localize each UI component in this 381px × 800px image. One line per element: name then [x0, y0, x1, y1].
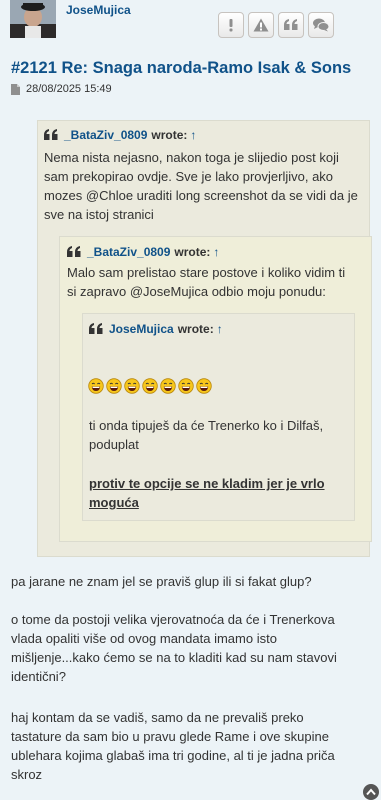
avatar[interactable]: [10, 0, 56, 38]
laughing-smiley-icon: [124, 378, 140, 394]
jump-to-post-icon[interactable]: ↑: [213, 245, 219, 259]
laughing-smiley-icon: [196, 378, 212, 394]
quote-outer-cite: _BataZiv_0809 wrote: ↑: [44, 128, 196, 142]
chevron-up-icon: [366, 788, 376, 796]
post-datetime: 28/08/2025 15:49: [26, 83, 112, 95]
laughing-smiley-icon: [178, 378, 194, 394]
smiley-row: [88, 378, 214, 394]
quote-middle-cite: _BataZiv_0809 wrote: ↑: [67, 245, 219, 259]
post-line: haj kontam da se vadiš, samo da ne preva…: [11, 710, 304, 725]
quote-icon: [67, 246, 81, 257]
post-paragraph-3: haj kontam da se vadiš, samo da ne preva…: [11, 708, 371, 784]
quote-outer-line: mozes @Chloe uraditi long screenshot da …: [44, 188, 358, 203]
quote-outer-line: sve na istoj stranici: [44, 207, 154, 222]
report-button[interactable]: [218, 12, 244, 38]
post-paragraph-2: o tome da postoji velika vjerovatnoća da…: [11, 610, 371, 686]
quote-inner-strong-line: protiv te opcije se ne kladim jer je vrl…: [89, 476, 325, 491]
speech-bubbles-icon: [313, 18, 329, 32]
quote-inner-text: ti onda tipuješ da će Trenerko ko i Dilf…: [89, 416, 351, 454]
quote-inner-strong: protiv te opcije se ne kladim jer je vrl…: [89, 474, 351, 512]
laughing-smiley-icon: [142, 378, 158, 394]
post-line: pa jarane ne znam jel se praviš glup ili…: [11, 574, 312, 589]
quote-icon: [89, 323, 103, 334]
quote-outer-author[interactable]: _BataZiv_0809: [64, 128, 147, 142]
quote-inner-strong-line: moguća: [89, 495, 139, 510]
post-line: o tome da postoji velika vjerovatnoća da…: [11, 612, 335, 627]
post-line: identični?: [11, 669, 66, 684]
quote-middle-line: si zapravo @JoseMujica odbio moju ponudu…: [67, 284, 326, 299]
quote-outer-line: sam prekopirao ovdje. Sve je lako provje…: [44, 169, 334, 184]
post-meta: 28/08/2025 15:49: [11, 83, 112, 95]
jump-to-post-icon[interactable]: ↑: [190, 128, 196, 142]
scroll-to-top-button[interactable]: [363, 784, 379, 800]
quote-inner-line: poduplat: [89, 437, 139, 452]
warning-triangle-icon: [253, 18, 269, 32]
reply-button[interactable]: [308, 12, 334, 38]
quote-button[interactable]: [278, 12, 304, 38]
laughing-smiley-icon: [88, 378, 104, 394]
quote-middle-wrote: wrote:: [174, 245, 211, 259]
post-line: tastature da sam bio u pravu glede Rame …: [11, 729, 329, 744]
quote-inner-line: ti onda tipuješ da će Trenerko ko i Dilf…: [89, 418, 324, 433]
post-paragraph-1: pa jarane ne znam jel se praviš glup ili…: [11, 572, 371, 591]
post-author-link[interactable]: JoseMujica: [66, 3, 131, 17]
post-line: mišljenje...kako ćemo se na to kladiti k…: [11, 650, 337, 665]
post-line: skroz: [11, 767, 43, 782]
laughing-smiley-icon: [106, 378, 122, 394]
quote-inner-author[interactable]: JoseMujica: [109, 322, 174, 336]
exclamation-icon: [229, 19, 233, 32]
document-icon: [11, 83, 20, 95]
jump-to-post-icon[interactable]: ↑: [217, 322, 223, 336]
warn-button[interactable]: [248, 12, 274, 38]
post-line: ublehara kojima glabaš ima tri godine, a…: [11, 748, 335, 763]
quote-icon: [44, 129, 58, 140]
quote-outer-text: Nema nista nejasno, nakon toga je slijed…: [44, 148, 366, 224]
quote-inner-cite: JoseMujica wrote: ↑: [89, 322, 223, 336]
quote-outer-wrote: wrote:: [151, 128, 188, 142]
quote-inner-wrote: wrote:: [177, 322, 214, 336]
quote-outer-line: Nema nista nejasno, nakon toga je slijed…: [44, 150, 339, 165]
post-title[interactable]: #2121 Re: Snaga naroda-Ramo Isak & Sons: [11, 59, 351, 78]
quote-icon: [284, 19, 298, 30]
laughing-smiley-icon: [160, 378, 176, 394]
post-line: vlada opaliti više od ovog mandata imamo…: [11, 631, 277, 646]
quote-middle-text: Malo sam prelistao stare postove i kolik…: [67, 263, 369, 301]
quote-middle-author[interactable]: _BataZiv_0809: [87, 245, 170, 259]
quote-middle-line: Malo sam prelistao stare postove i kolik…: [67, 265, 346, 280]
post-header: JoseMujica: [0, 0, 381, 44]
